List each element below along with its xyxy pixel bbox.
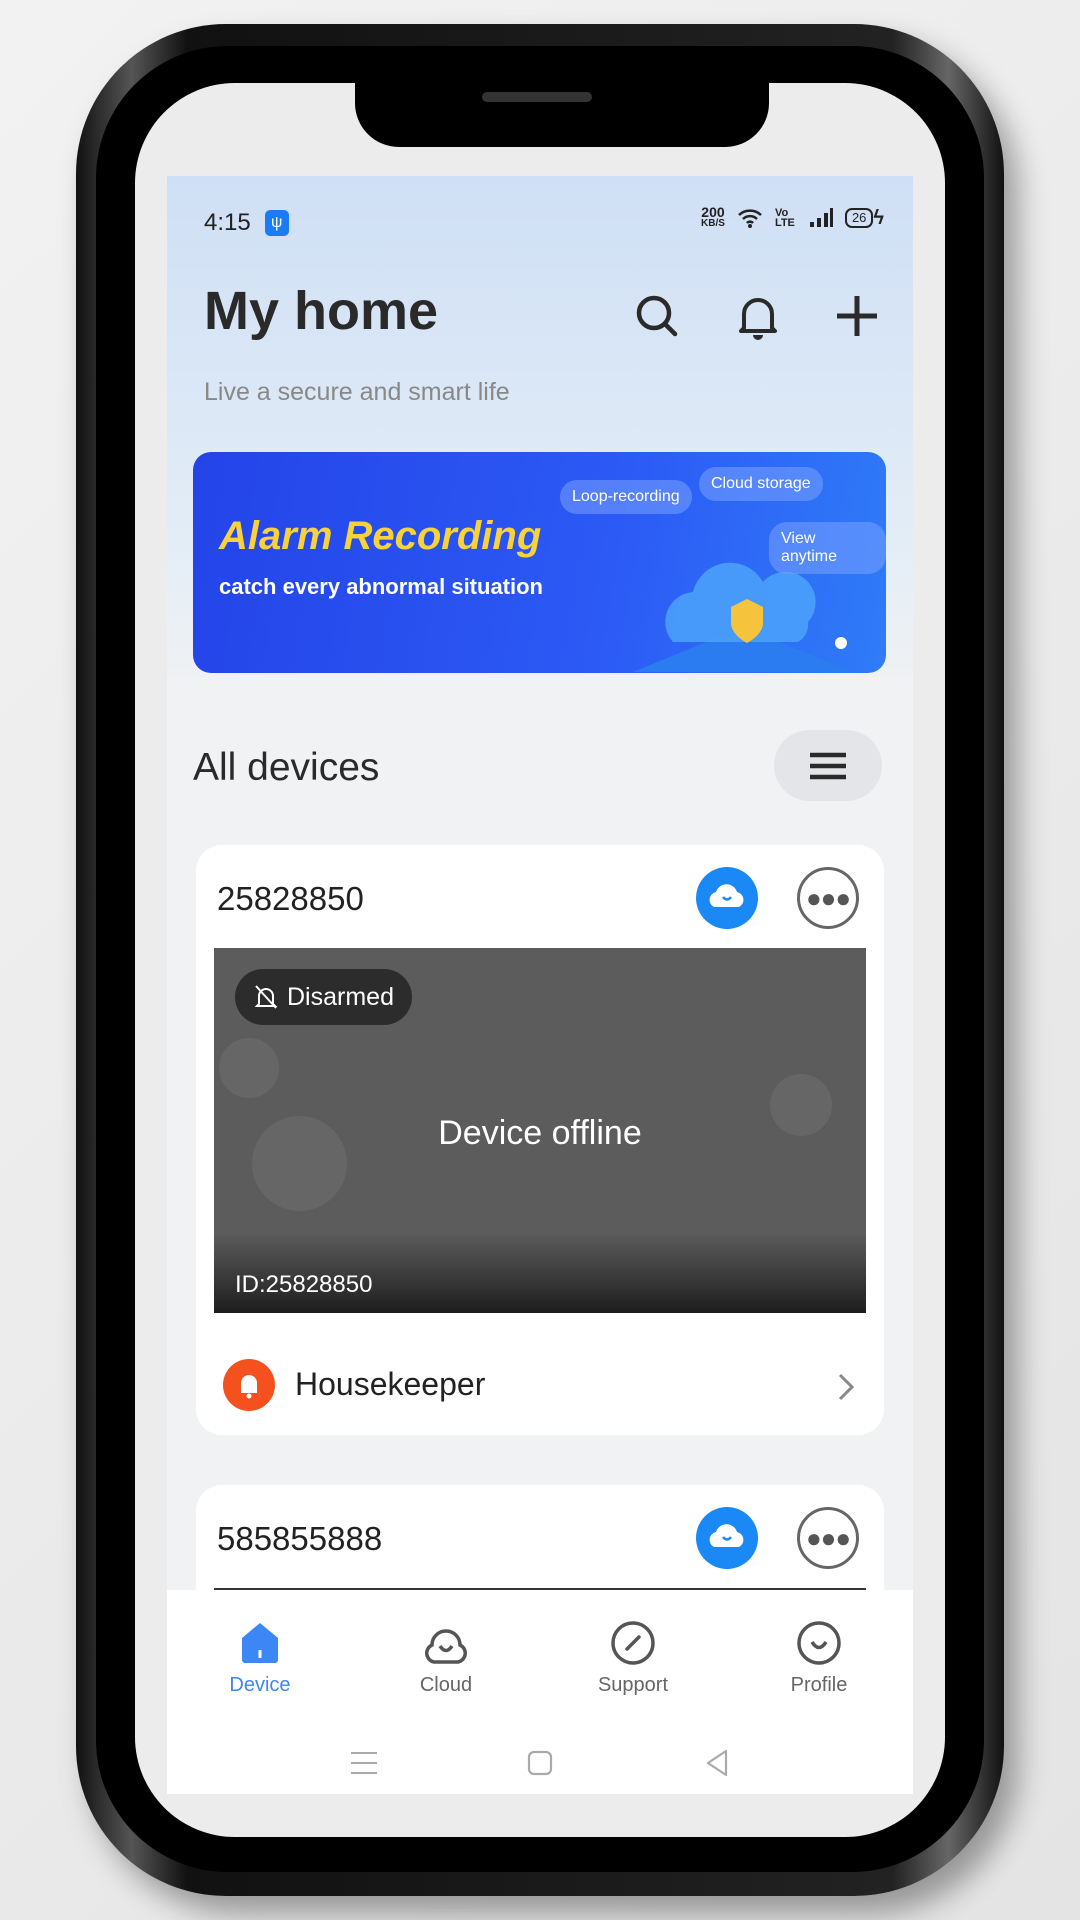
bottom-nav: Device Cloud Support Profile [167,1590,913,1794]
tab-profile[interactable]: Profile [744,1620,894,1697]
cloud-button[interactable] [696,1507,758,1569]
device-state: Device offline [438,1114,642,1152]
menu-icon [810,752,846,779]
home-nav-icon[interactable] [526,1749,554,1777]
device-name: 585855888 [217,1520,383,1557]
banner-tag: View anytime [769,522,886,574]
arm-status: Disarmed [287,982,394,1011]
housekeeper-row[interactable]: Housekeeper [196,1350,884,1420]
home-icon [242,1623,278,1663]
tab-label: Cloud [419,1674,473,1696]
banner-subtitle: catch every abnormal situation [219,574,543,599]
page-subtitle: Live a secure and smart life [204,378,510,406]
app: 4:15 ψ 200 KB/S Vo LTE 26 ϟ My home Live a… [167,176,913,1794]
search-icon[interactable] [629,288,685,344]
device-name: 25828850 [217,880,364,917]
recents-nav-icon[interactable] [349,1750,379,1776]
bell-off-icon [254,985,278,1009]
more-button[interactable]: ●●● [797,867,859,929]
net-unit: KB/S [701,218,725,229]
section-title: All devices [193,746,380,789]
status-bar: 4:15 ψ 200 KB/S Vo LTE 26 ϟ [204,204,884,240]
more-button[interactable]: ●●● [797,1507,859,1569]
usb-icon: ψ [264,210,289,236]
service-label: Housekeeper [295,1366,486,1402]
tab-label: Support [597,1674,669,1696]
more-icon: ●●● [805,1522,851,1553]
compass-icon [611,1621,655,1665]
cloud-outline-icon [425,1629,467,1664]
clock: 4:15 [204,209,251,236]
device-id: ID:25828850 [235,1271,373,1298]
tab-label: Profile [790,1674,848,1696]
battery-icon: 26 ϟ [844,208,884,228]
promo-banner[interactable]: Alarm Recording catch every abnormal sit… [193,452,886,673]
tab-label: Device [229,1674,291,1696]
battery-level: 26 [844,208,874,228]
back-nav-icon[interactable] [704,1748,730,1778]
bell-icon[interactable] [730,288,786,344]
signal-icon [809,208,833,227]
volte-icon: Vo LTE [774,207,795,229]
add-icon[interactable] [829,288,885,344]
cloud-icon [709,1524,744,1547]
smile-icon [797,1621,841,1665]
housekeeper-icon [223,1359,275,1411]
page-title: My home [204,281,439,341]
tab-support[interactable]: Support [558,1620,708,1697]
banner-title: Alarm Recording [219,514,542,558]
arm-status-badge[interactable]: Disarmed [235,969,412,1025]
cloud-button[interactable] [696,867,758,929]
cloud-icon [709,884,744,907]
carousel-dot[interactable] [835,637,847,649]
list-view-button[interactable] [774,730,882,801]
video-preview[interactable]: Disarmed Device offline ID:25828850 [214,948,866,1313]
device-card[interactable]: 25828850 ●●● Disarmed Device offline ID:… [196,845,884,1435]
chevron-right-icon [838,1373,855,1401]
tab-cloud[interactable]: Cloud [371,1620,521,1697]
net-speed: 200 [701,204,725,220]
wifi-icon [738,209,762,228]
more-icon: ●●● [805,882,851,913]
banner-tag: Loop-recording [560,480,692,514]
banner-tag: Cloud storage [699,467,823,501]
phone-speaker [482,92,592,102]
tab-device[interactable]: Device [185,1620,335,1697]
